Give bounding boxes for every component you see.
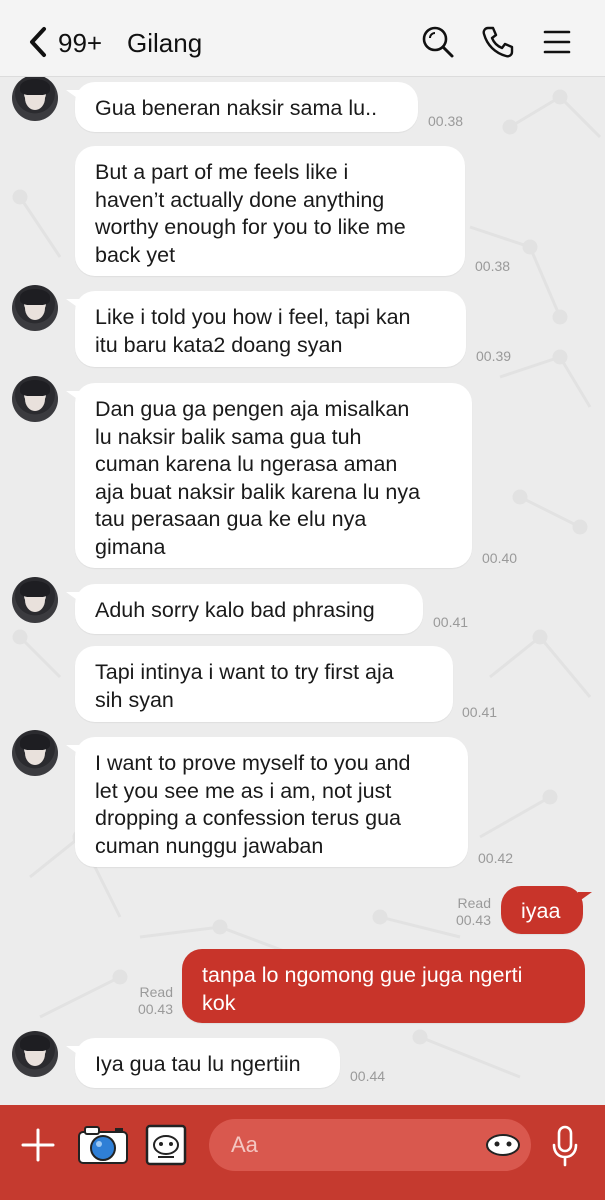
menu-icon[interactable] [539, 24, 575, 60]
incoming-message-bubble[interactable]: Iya gua tau lu ngertiin [66, 1038, 340, 1088]
emoji-icon[interactable] [485, 1133, 521, 1157]
read-label: Read [457, 895, 491, 911]
message-timestamp: 00.38 [475, 258, 511, 274]
message-timestamp: 00.41 [462, 704, 498, 720]
outgoing-message-bubble[interactable]: iyaa [501, 886, 592, 934]
contact-name[interactable]: Gilang [127, 28, 202, 59]
message-timestamp: 00.44 [350, 1068, 386, 1084]
incoming-message-bubble[interactable]: I want to prove myself to you and let yo… [66, 737, 468, 867]
camera-icon[interactable] [77, 1125, 129, 1165]
microphone-icon[interactable] [551, 1125, 579, 1167]
message-timestamp: 00.41 [433, 614, 469, 630]
search-icon[interactable] [420, 24, 456, 60]
message-timestamp: 00.39 [476, 348, 512, 364]
plus-icon[interactable] [20, 1127, 56, 1163]
incoming-message-bubble[interactable]: Gua beneran naksir sama lu.. [66, 82, 418, 132]
incoming-message-bubble[interactable]: Dan gua ga pengen aja misalkan lu naksir… [66, 383, 472, 568]
contact-avatar[interactable] [12, 376, 58, 422]
message-timestamp: 00.43 [455, 912, 491, 928]
message-timestamp: 00.40 [482, 550, 518, 566]
message-read-status: Read 00.43 [120, 984, 173, 1018]
message-input[interactable] [209, 1119, 531, 1171]
outgoing-message-bubble[interactable]: tanpa lo ngomong gue juga ngerti kok [182, 949, 585, 1023]
message-timestamp: 00.38 [428, 113, 464, 129]
contact-avatar[interactable] [12, 730, 58, 776]
message-timestamp: 00.43 [137, 1001, 173, 1017]
contact-avatar[interactable] [12, 285, 58, 331]
incoming-message-bubble[interactable]: Tapi intinya i want to try first aja sih… [75, 646, 453, 722]
message-timestamp: 00.42 [478, 850, 514, 866]
contact-avatar[interactable] [12, 1031, 58, 1077]
incoming-message-bubble[interactable]: Aduh sorry kalo bad phrasing [66, 584, 423, 634]
read-label: Read [139, 984, 173, 1000]
chat-header: 99+ Gilang [0, 0, 605, 77]
composer-bar [0, 1105, 605, 1200]
phone-call-icon[interactable] [480, 24, 516, 60]
image-sticker-icon[interactable] [145, 1124, 187, 1166]
back-chevron-icon[interactable] [26, 26, 50, 58]
message-read-status: Read 00.43 [438, 895, 491, 929]
contact-avatar[interactable] [12, 577, 58, 623]
incoming-message-bubble[interactable]: Like i told you how i feel, tapi kan itu… [66, 291, 466, 367]
unread-count-badge[interactable]: 99+ [58, 28, 102, 59]
contact-avatar[interactable] [12, 77, 58, 121]
chat-area[interactable]: Gua beneran naksir sama lu.. 00.38 But a… [0, 77, 605, 1105]
incoming-message-bubble[interactable]: But a part of me feels like i haven’t ac… [75, 146, 465, 276]
